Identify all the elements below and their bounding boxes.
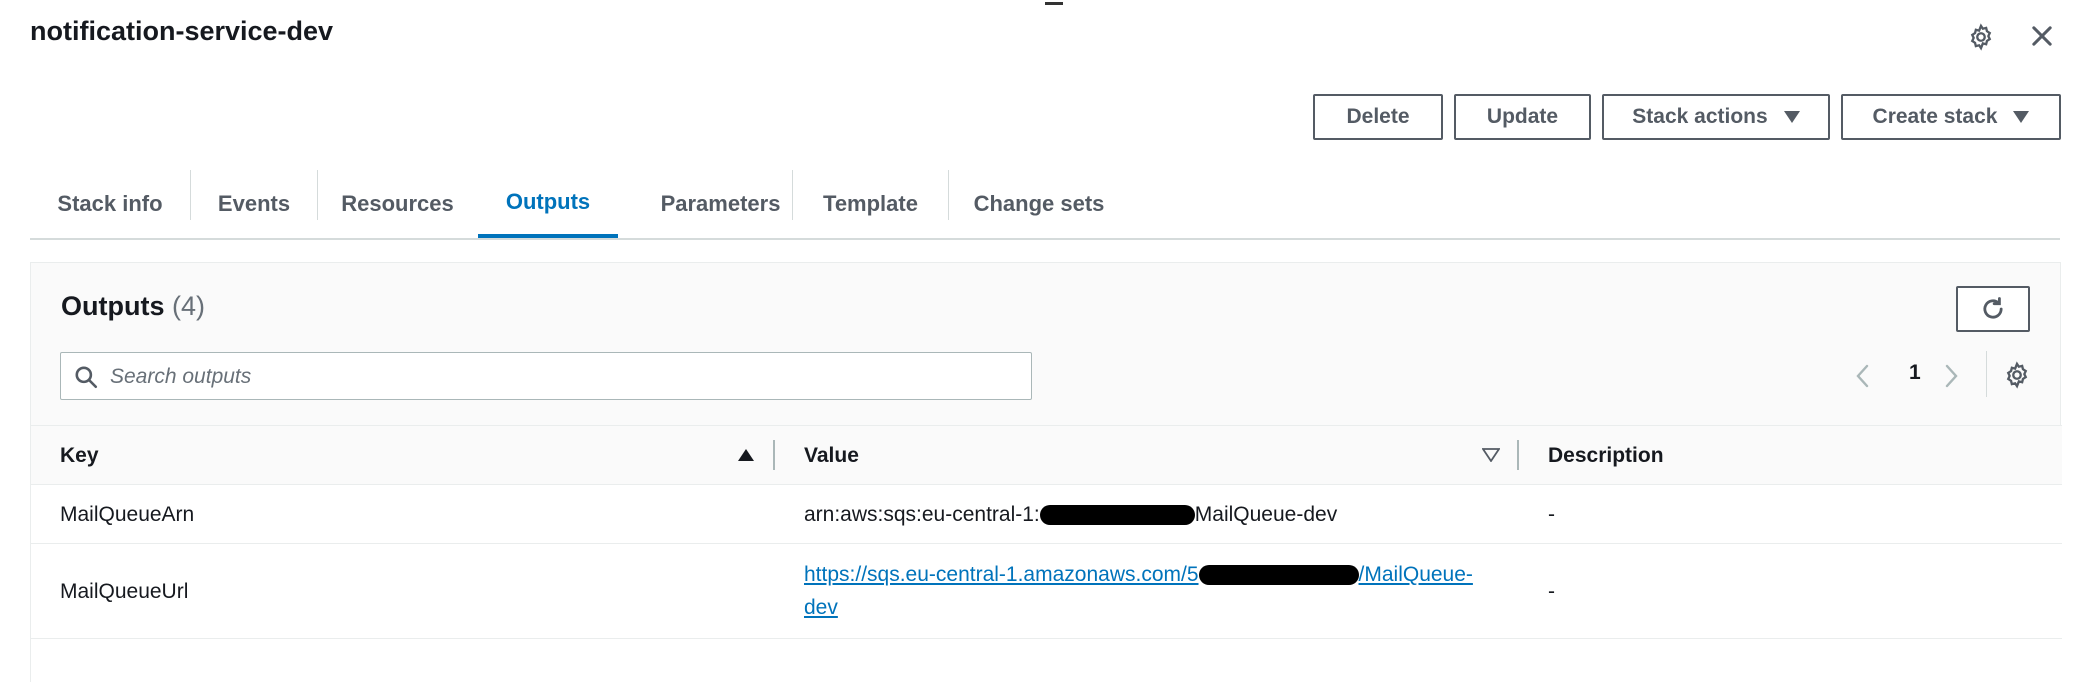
value-prefix: arn:aws:sqs:eu-central-1: [804,503,1040,526]
tab-label: Events [217,191,291,216]
tab-label: Parameters [660,191,781,216]
tab-label: Change sets [973,191,1105,216]
tab-label: Resources [341,191,454,216]
search-input[interactable] [108,353,1012,401]
row-value-link[interactable]: https://sqs.eu-central-1.amazonaws.com/5… [804,558,1504,624]
table-row: MailQueueArn arn:aws:sqs:eu-central-1: Ma… [31,485,2062,544]
tab-template[interactable]: Template [793,170,948,238]
column-resizer[interactable] [1517,440,1519,470]
minimize-handle[interactable] [1045,2,1063,5]
delete-button[interactable]: Delete [1313,94,1443,140]
outputs-table-header: Key Value Description [31,425,2062,485]
redacted-block [1198,565,1359,586]
row-key: MailQueueArn [60,503,195,526]
tab-label: Template [823,191,918,216]
sort-ascending-icon[interactable] [737,448,755,467]
caret-down-icon [1783,111,1800,123]
outputs-heading: Outputs (4) [61,291,205,322]
url-part-1[interactable]: https://sqs.eu-central-1.amazonaws.com/5 [804,563,1199,586]
tab-label: Stack info [57,191,163,216]
url-part-3[interactable]: dev [804,596,838,619]
column-header-description[interactable]: Description [1548,444,1664,468]
redacted-block [1039,505,1195,526]
stack-actions-dropdown[interactable]: Stack actions [1602,94,1830,140]
search-outputs-field[interactable] [60,352,1032,401]
stack-tabs: Stack info Events Resources Outputs Para… [30,170,2060,240]
outputs-count: (4) [172,291,205,321]
row-description: - [1548,503,1555,526]
update-button[interactable]: Update [1454,94,1591,140]
refresh-button[interactable] [1956,286,2030,332]
tab-outputs[interactable]: Outputs [478,170,618,238]
search-icon [75,366,98,389]
tab-label: Outputs [505,189,591,214]
sort-descending-icon[interactable] [1481,448,1501,467]
url-part-2[interactable]: /MailQueue- [1359,563,1473,586]
page-title: notification-service-dev [30,16,334,46]
refresh-icon [1983,297,2003,319]
tab-change-sets[interactable]: Change sets [949,170,1129,238]
tab-resources[interactable]: Resources [318,170,477,238]
delete-button-label: Delete [1346,105,1410,128]
create-stack-dropdown[interactable]: Create stack [1841,94,2061,140]
column-header-key[interactable]: Key [60,444,99,468]
close-icon[interactable] [2028,22,2056,55]
chevron-left-icon[interactable] [1853,362,1873,395]
gear-icon[interactable] [1967,23,1995,56]
row-description: - [1548,580,1555,603]
outputs-panel: Outputs (4) 1 Key Value [30,262,2062,685]
page-number[interactable]: 1 [1909,361,1921,385]
chevron-right-icon[interactable] [1941,362,1961,395]
row-key: MailQueueUrl [60,580,189,603]
table-settings-gear-icon[interactable] [2003,361,2031,394]
update-button-label: Update [1486,105,1559,128]
column-header-value[interactable]: Value [804,444,859,468]
value-suffix: MailQueue-dev [1194,503,1338,526]
tab-stack-info[interactable]: Stack info [30,170,190,238]
tab-events[interactable]: Events [191,170,317,238]
create-stack-label: Create stack [1872,105,1998,128]
table-row: MailQueueUrl https://sqs.eu-central-1.am… [31,544,2062,639]
row-value: arn:aws:sqs:eu-central-1: MailQueue-dev [804,498,1337,531]
pager-divider [1986,351,1987,397]
caret-down-icon [2013,111,2030,123]
column-resizer[interactable] [773,440,775,470]
outputs-title: Outputs [61,291,165,321]
stack-actions-label: Stack actions [1632,105,1768,128]
